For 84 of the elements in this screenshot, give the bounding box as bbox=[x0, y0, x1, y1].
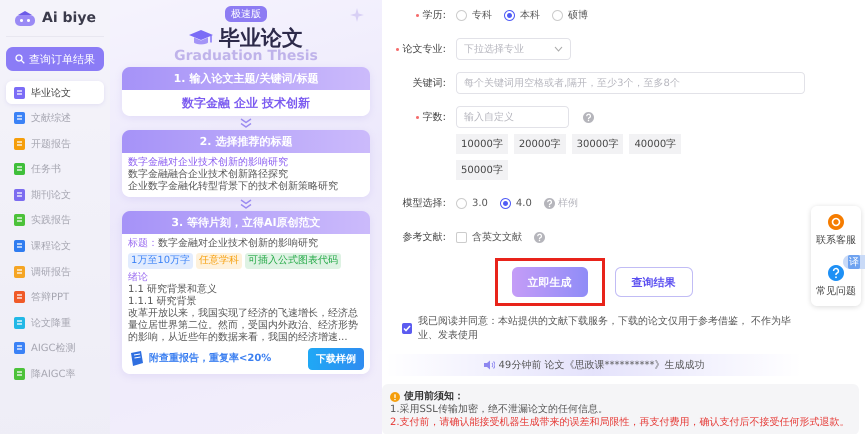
excerpt-text: 改革开放以来，我国实现了经济的飞速增长，经济总量位居世界第二位。然而，受国内外政治、经济形势的影响，从近些年的数据来看，我国的经济增速... bbox=[128, 308, 359, 344]
speaker-icon bbox=[482, 360, 495, 370]
word-count-option[interactable]: 40000字 bbox=[629, 134, 682, 154]
generate-button[interactable]: 立即生成 bbox=[512, 267, 588, 297]
field-label: 关键词: bbox=[412, 76, 446, 90]
sidebar-item[interactable]: 调研报告 bbox=[6, 260, 104, 284]
sidebar-item[interactable]: 开题报告 bbox=[6, 132, 104, 156]
radio-button[interactable] bbox=[500, 198, 511, 208]
ticker-text: 49分钟前 论文《思政课**********》生成成功 bbox=[498, 358, 704, 372]
sidebar-item[interactable]: 降AIGC率 bbox=[6, 362, 104, 386]
download-sample-button[interactable]: 下载样例 bbox=[308, 348, 364, 370]
title-label: 标题： bbox=[128, 238, 158, 249]
radio-label[interactable]: 本科 bbox=[520, 8, 540, 22]
section-heading: 绪论 bbox=[128, 272, 149, 284]
radio-button[interactable] bbox=[504, 10, 515, 20]
agreement-checkbox[interactable] bbox=[402, 322, 412, 334]
help-panel-item[interactable]: 联系客服 bbox=[816, 214, 856, 247]
field-label: 字数: bbox=[422, 110, 446, 124]
suggested-title: 数字金融融合企业技术创新路径探究 bbox=[128, 169, 289, 180]
sparkle-icon bbox=[350, 8, 364, 22]
checkbox-label[interactable]: 含英文文献 bbox=[472, 230, 522, 244]
feature-tag: 任意学科 bbox=[196, 253, 242, 269]
example-keywords: 数字金融 企业 技术创新 bbox=[180, 95, 312, 112]
notice-line: 2.支付前，请确认能接受机器生成带来的误差和局限性，再支付费用，确认支付后不接受任何形式退款。 bbox=[390, 416, 851, 429]
book-icon bbox=[128, 351, 144, 367]
sidebar-item[interactable]: 任务书 bbox=[6, 158, 104, 181]
word-count-option[interactable]: 50000字 bbox=[456, 160, 508, 180]
sidebar-item[interactable]: 论文降重 bbox=[6, 311, 104, 334]
step-header: 2. 选择推荐的标题 bbox=[122, 130, 370, 153]
field-label: 参考文献: bbox=[402, 230, 446, 244]
edition-badge: 极速版 bbox=[225, 6, 267, 22]
field-label: 学历: bbox=[422, 9, 446, 22]
agreement-text: 我已阅读并同意：本站提供的文献下载服务，下载的论文仅用于参考借鉴， 不作为毕业、发表使用 bbox=[418, 314, 792, 342]
sidebar-item[interactable]: 答辩PPT bbox=[6, 286, 104, 309]
double-chevron-icon bbox=[240, 199, 252, 209]
subtitle: Graduation Thesis bbox=[174, 48, 318, 64]
word-count-option[interactable]: 30000字 bbox=[572, 134, 624, 154]
word-count-option[interactable]: 20000字 bbox=[514, 134, 566, 154]
query-results-button[interactable]: 查询结果 bbox=[614, 267, 692, 297]
major-dropdown[interactable]: 下拉选择专业 bbox=[456, 38, 571, 60]
suggested-title: 数字金融对企业技术创新的影响研究 bbox=[128, 157, 289, 168]
help-icon bbox=[544, 198, 555, 208]
sidebar-item[interactable]: 课程论文 bbox=[6, 234, 104, 258]
outline-line: 1.1 研究背景和意义 bbox=[128, 284, 218, 296]
check-icon bbox=[403, 324, 412, 332]
notice-line: 1.采用SSL传输加密，绝不泄漏论文的任何信息。 bbox=[390, 403, 609, 416]
checkbox[interactable] bbox=[456, 232, 467, 242]
radio-label[interactable]: 4.0 bbox=[516, 198, 532, 208]
sidebar-item[interactable]: 实践报告 bbox=[6, 208, 104, 232]
step-header: 1. 输入论文主题/关键词/标题 bbox=[122, 67, 370, 90]
order-lookup-button[interactable]: 查询订单结果 bbox=[6, 47, 104, 71]
sidebar-item[interactable]: 期刊论文 bbox=[6, 183, 104, 206]
sidebar-item[interactable]: AIGC检测 bbox=[6, 336, 104, 360]
keywords-field[interactable]: 每个关键词用空格或者,隔开，至少3个，至多8个 bbox=[456, 72, 805, 94]
help-icon bbox=[828, 265, 844, 281]
radio-label[interactable]: 3.0 bbox=[472, 198, 488, 208]
word-count-field[interactable]: 输入自定义 bbox=[456, 106, 569, 128]
sample-title: 数字金融对企业技术创新的影响研究 bbox=[158, 238, 318, 249]
translate-button[interactable]: 译 bbox=[843, 255, 865, 269]
chevron-down-icon bbox=[554, 46, 563, 52]
radio-label[interactable]: 硕博 bbox=[568, 8, 588, 22]
sidebar-item[interactable]: 文献综述 bbox=[6, 106, 104, 130]
report-note: 附查重报告，重复率<20% bbox=[149, 353, 272, 365]
suggested-title: 企业数字金融化转型背景下的技术创新策略研究 bbox=[128, 181, 339, 193]
outline-line: 1.1.1 研究背景 bbox=[128, 296, 198, 308]
step-header: 3. 等待片刻，立得AI原创范文 bbox=[122, 211, 370, 234]
notice-title: 使用前须知： bbox=[404, 390, 464, 403]
feature-tag: 1万至10万字 bbox=[128, 253, 194, 269]
warning-icon bbox=[390, 392, 400, 402]
robot-logo-icon bbox=[14, 10, 36, 26]
double-chevron-icon bbox=[240, 118, 252, 128]
feature-tag: 可插入公式图表代码 bbox=[245, 253, 342, 269]
page-title: 毕业论文 bbox=[219, 25, 303, 50]
search-icon bbox=[15, 54, 25, 64]
field-label: 论文专业: bbox=[402, 42, 446, 56]
help-icon bbox=[534, 232, 545, 242]
graduation-cap-icon bbox=[189, 29, 213, 47]
logo-text: Ai biye bbox=[42, 10, 96, 26]
radio-label[interactable]: 专科 bbox=[472, 8, 492, 22]
sample-link[interactable]: 样例 bbox=[558, 196, 578, 210]
word-count-option[interactable]: 10000字 bbox=[456, 134, 508, 154]
sidebar-item[interactable]: 毕业论文 bbox=[6, 81, 104, 104]
help-icon bbox=[583, 112, 594, 122]
field-label: 模型选择: bbox=[402, 196, 446, 210]
